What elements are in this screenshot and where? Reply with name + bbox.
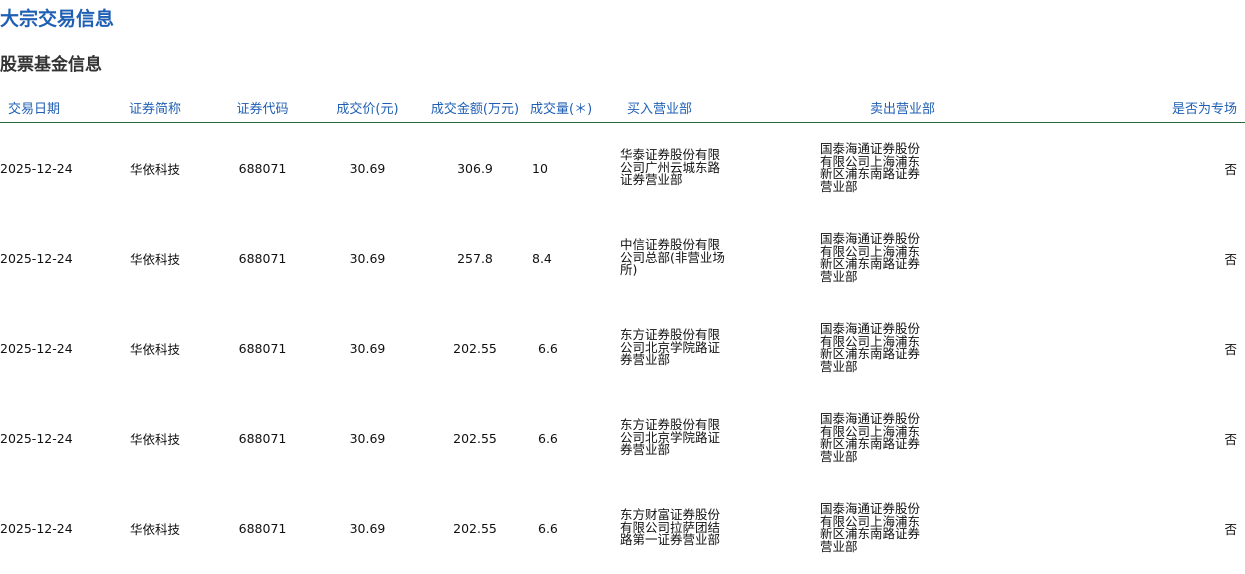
section-title: 股票基金信息 [0, 55, 102, 75]
cell-volume: 6.6 [538, 340, 558, 356]
cell-price: 30.69 [349, 340, 386, 356]
cell-seller: 国泰海通证券股份有限公司上海浦东新区浦东南路证券营业部 [820, 411, 921, 464]
cell-seller: 国泰海通证券股份有限公司上海浦东新区浦东南路证券营业部 [820, 501, 921, 554]
cell-date: 2025-12-24 [0, 520, 73, 536]
table-row: 2025-12-24 华依科技 688071 30.69 202.55 6.6 … [0, 303, 1245, 393]
cell-volume: 10 [532, 160, 548, 176]
cell-special: 否 [1224, 431, 1237, 447]
cell-price: 30.69 [349, 430, 386, 446]
cell-security-name: 华依科技 [129, 161, 180, 177]
header-amount[interactable]: 成交金额(万元) [420, 92, 530, 123]
table-row: 2025-12-24 华依科技 688071 30.69 202.55 6.6 … [0, 393, 1245, 483]
cell-security-code: 688071 [238, 430, 287, 446]
cell-amount: 257.8 [457, 250, 493, 266]
cell-amount: 306.9 [457, 160, 493, 176]
cell-volume: 6.6 [538, 520, 558, 536]
cell-buyer: 东方证券股份有限公司北京学院路证券营业部 [620, 327, 721, 368]
header-special[interactable]: 是否为专场 [1060, 92, 1245, 123]
cell-security-name: 华依科技 [129, 431, 180, 447]
cell-amount: 202.55 [453, 520, 497, 536]
cell-price: 30.69 [349, 160, 386, 176]
cell-amount: 202.55 [453, 430, 497, 446]
header-security-name[interactable]: 证券简称 [100, 92, 210, 123]
cell-special: 否 [1224, 341, 1237, 357]
cell-security-code: 688071 [238, 250, 287, 266]
cell-security-code: 688071 [238, 160, 287, 176]
cell-seller: 国泰海通证券股份有限公司上海浦东新区浦东南路证券营业部 [820, 231, 921, 284]
cell-special: 否 [1224, 161, 1237, 177]
cell-security-name: 华依科技 [129, 521, 180, 537]
cell-buyer: 东方证券股份有限公司北京学院路证券营业部 [620, 417, 721, 458]
cell-volume: 8.4 [532, 250, 552, 266]
table-row: 2025-12-24 华依科技 688071 30.69 202.55 6.6 … [0, 483, 1245, 573]
header-trade-date[interactable]: 交易日期 [0, 92, 100, 123]
cell-seller: 国泰海通证券股份有限公司上海浦东新区浦东南路证券营业部 [820, 321, 921, 374]
cell-date: 2025-12-24 [0, 160, 73, 176]
cell-special: 否 [1224, 251, 1237, 267]
table-row: 2025-12-24 华依科技 688071 30.69 257.8 8.4 中… [0, 213, 1245, 303]
cell-buyer: 华泰证券股份有限公司广州云城东路证券营业部 [620, 147, 721, 188]
page-title: 大宗交易信息 [0, 8, 115, 30]
cell-date: 2025-12-24 [0, 430, 73, 446]
cell-price: 30.69 [349, 250, 386, 266]
cell-volume: 6.6 [538, 430, 558, 446]
cell-amount: 202.55 [453, 340, 497, 356]
cell-security-code: 688071 [238, 520, 287, 536]
cell-date: 2025-12-24 [0, 340, 73, 356]
cell-buyer: 中信证券股份有限公司总部(非营业场所) [620, 237, 725, 278]
header-price[interactable]: 成交价(元) [315, 92, 420, 123]
cell-security-name: 华依科技 [129, 251, 180, 267]
cell-special: 否 [1224, 521, 1237, 537]
cell-buyer: 东方财富证券股份有限公司拉萨团结路第一证券营业部 [620, 507, 721, 548]
cell-date: 2025-12-24 [0, 250, 73, 266]
cell-security-name: 华依科技 [129, 341, 180, 357]
block-trade-table: 交易日期 证券简称 证券代码 成交价(元) 成交金额(万元) 成交量(＊) 买入… [0, 92, 1245, 573]
cell-security-code: 688071 [238, 340, 287, 356]
header-buyer[interactable]: 买入营业部 [610, 92, 810, 123]
header-volume[interactable]: 成交量(＊) [530, 92, 610, 123]
cell-price: 30.69 [349, 520, 386, 536]
table-row: 2025-12-24 华依科技 688071 30.69 306.9 10 华泰… [0, 123, 1245, 214]
header-seller[interactable]: 卖出营业部 [810, 92, 1060, 123]
cell-seller: 国泰海通证券股份有限公司上海浦东新区浦东南路证券营业部 [820, 141, 921, 194]
header-security-code[interactable]: 证券代码 [210, 92, 315, 123]
table-header-row: 交易日期 证券简称 证券代码 成交价(元) 成交金额(万元) 成交量(＊) 买入… [0, 92, 1245, 123]
